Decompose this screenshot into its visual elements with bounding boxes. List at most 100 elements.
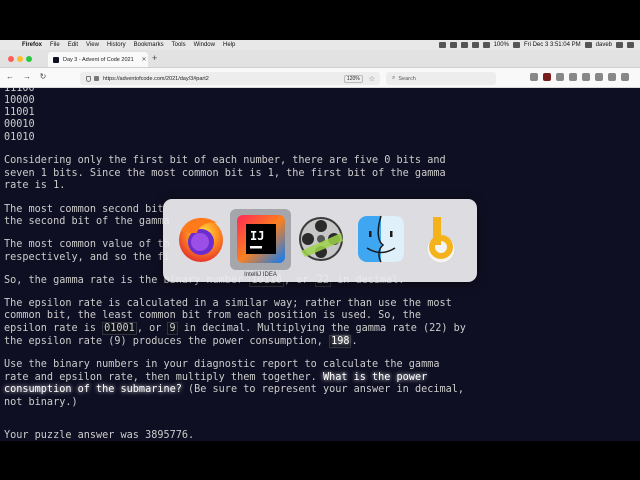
paragraph-text: epsilon rate is: [4, 323, 103, 334]
pocket-icon[interactable]: [530, 73, 538, 81]
wifi-icon[interactable]: [471, 42, 479, 48]
paragraph-text: the second bit of the gamma: [4, 216, 170, 227]
browser-tab[interactable]: Day 3 - Advent of Code 2021 ✕: [48, 52, 148, 67]
macos-menu-bar: Firefox File Edit View History Bookmarks…: [0, 40, 640, 50]
answer-line: Your puzzle answer was 3895776.: [4, 430, 194, 441]
extension-icon[interactable]: [569, 73, 577, 81]
zoom-indicator[interactable]: 120%: [343, 74, 363, 83]
finder-icon[interactable]: [353, 211, 409, 267]
paragraph-text: Considering only the first bit of each n…: [4, 155, 446, 166]
paragraph-text: .: [351, 336, 358, 347]
paragraph-text: the epsilon rate (9) produces the power …: [4, 336, 330, 347]
bookmark-star-icon[interactable]: ☆: [369, 75, 375, 83]
selected-app-label: IntelliJ IDEA: [244, 272, 277, 278]
search-icon[interactable]: [616, 42, 623, 48]
search-icon: ⌕: [392, 75, 396, 81]
report-line: 01010: [4, 132, 35, 143]
report-line: 10000: [4, 95, 35, 106]
paragraph-text: (Be sure to represent your answer in dec…: [181, 384, 465, 395]
menu-edit[interactable]: Edit: [68, 42, 78, 48]
status-area: 100% Fri Dec 3 3:51:04 PM daveb: [438, 40, 634, 50]
menu-bookmarks[interactable]: Bookmarks: [134, 42, 164, 48]
epsilon-decimal: 9: [167, 322, 178, 335]
menu-file[interactable]: File: [50, 42, 60, 48]
extension-icon[interactable]: [595, 73, 603, 81]
intellij-idea-icon[interactable]: IJ: [233, 211, 289, 267]
minimize-window-button[interactable]: [17, 56, 23, 62]
paragraph-text: The most common second bit: [4, 204, 164, 215]
question-line: rate and epsilon rate, then multiply the…: [4, 372, 427, 384]
menu-icon[interactable]: [621, 73, 629, 81]
extension-icon[interactable]: [556, 73, 564, 81]
account-icon[interactable]: [608, 73, 616, 81]
firefox-icon[interactable]: [173, 211, 229, 267]
svg-text:IJ: IJ: [250, 229, 264, 243]
paragraph-text: .: [188, 430, 195, 441]
report-line: 11100: [4, 88, 35, 94]
tab-title: Day 3 - Advent of Code 2021: [63, 56, 134, 63]
letterbox-bottom: [0, 441, 640, 480]
question-emphasis: What is the power: [322, 372, 428, 383]
epsilon-line: epsilon rate is 01001, or 9 in decimal. …: [4, 322, 466, 335]
status-icon[interactable]: [438, 42, 446, 48]
epsilon-binary: 01001: [102, 322, 137, 335]
forward-button[interactable]: →: [22, 72, 32, 81]
volume-icon[interactable]: [482, 42, 490, 48]
url-bar[interactable]: https://adventofcode.com/2021/day/3#part…: [80, 72, 380, 85]
power-value: 198: [329, 335, 352, 348]
hyperdock-icon[interactable]: [413, 211, 469, 267]
search-placeholder: Search: [398, 75, 416, 82]
menu-tools[interactable]: Tools: [172, 42, 186, 48]
menu-history[interactable]: History: [107, 42, 126, 48]
answer-label: Your puzzle answer was: [4, 430, 146, 441]
reload-button[interactable]: ↻: [38, 72, 48, 81]
favicon-icon: [53, 56, 59, 63]
menu-window[interactable]: Window: [194, 42, 215, 48]
question-line: consumption of the submarine? (Be sure t…: [4, 384, 464, 396]
film-reel-icon[interactable]: [293, 211, 349, 267]
toolbar-icons: [530, 73, 629, 81]
zoom-window-button[interactable]: [26, 56, 32, 62]
user-icon: [584, 42, 592, 48]
menu-help[interactable]: Help: [223, 42, 235, 48]
paragraph-text: rate is 1.: [4, 180, 66, 191]
report-line: 00010: [4, 119, 35, 130]
lock-icon[interactable]: [94, 76, 99, 81]
shield-icon[interactable]: [86, 75, 91, 82]
paragraph-text: The most common value of th: [4, 239, 170, 250]
report-line: 11001: [4, 107, 35, 118]
control-center-icon[interactable]: [627, 42, 634, 48]
menubar-clock[interactable]: Fri Dec 3 3:51:04 PM: [524, 42, 581, 48]
menu-app-name[interactable]: Firefox: [22, 42, 42, 48]
letterbox-top: [0, 0, 640, 40]
url-text[interactable]: https://adventofcode.com/2021/day/3#part…: [103, 76, 344, 82]
tab-close-icon[interactable]: ✕: [140, 56, 148, 63]
tab-bar: Day 3 - Advent of Code 2021 ✕ +: [0, 50, 640, 68]
paragraph-text: respectively, and so the fi: [4, 252, 170, 263]
battery-icon[interactable]: [512, 42, 520, 48]
paragraph-text: , or: [136, 323, 168, 334]
paragraph-text: common bit, the least common bit from ea…: [4, 310, 422, 321]
app-switcher: IJ IntelliJ IDEA: [163, 199, 477, 282]
puzzle-answer: 3895776: [145, 430, 189, 441]
back-button[interactable]: ←: [5, 72, 15, 81]
paragraph-text: seven 1 bits. Since the most common bit …: [4, 168, 446, 179]
paragraph-text: Use the binary numbers in your diagnosti…: [4, 359, 440, 370]
search-bar[interactable]: ⌕ Search: [386, 72, 496, 85]
paragraph-text: in decimal. Multiplying the gamma rate (…: [177, 323, 466, 334]
extension-icon[interactable]: [543, 73, 551, 81]
battery-percent: 100%: [493, 42, 509, 48]
menubar-user[interactable]: daveb: [596, 42, 612, 48]
paragraph-text: The epsilon rate is calculated in a simi…: [4, 298, 452, 309]
menu-view[interactable]: View: [86, 42, 99, 48]
close-window-button[interactable]: [8, 56, 14, 62]
question-emphasis: consumption of the submarine?: [4, 384, 182, 395]
extension-icon[interactable]: [582, 73, 590, 81]
status-icon[interactable]: [449, 42, 457, 48]
power-line: the epsilon rate (9) produces the power …: [4, 335, 358, 348]
paragraph-text: not binary.): [4, 397, 78, 408]
new-tab-button[interactable]: +: [152, 53, 157, 63]
paragraph-text: rate and epsilon rate, then multiply the…: [4, 372, 323, 383]
status-icon[interactable]: [460, 42, 468, 48]
navigation-bar: ← → ↻ https://adventofcode.com/2021/day/…: [0, 68, 640, 88]
